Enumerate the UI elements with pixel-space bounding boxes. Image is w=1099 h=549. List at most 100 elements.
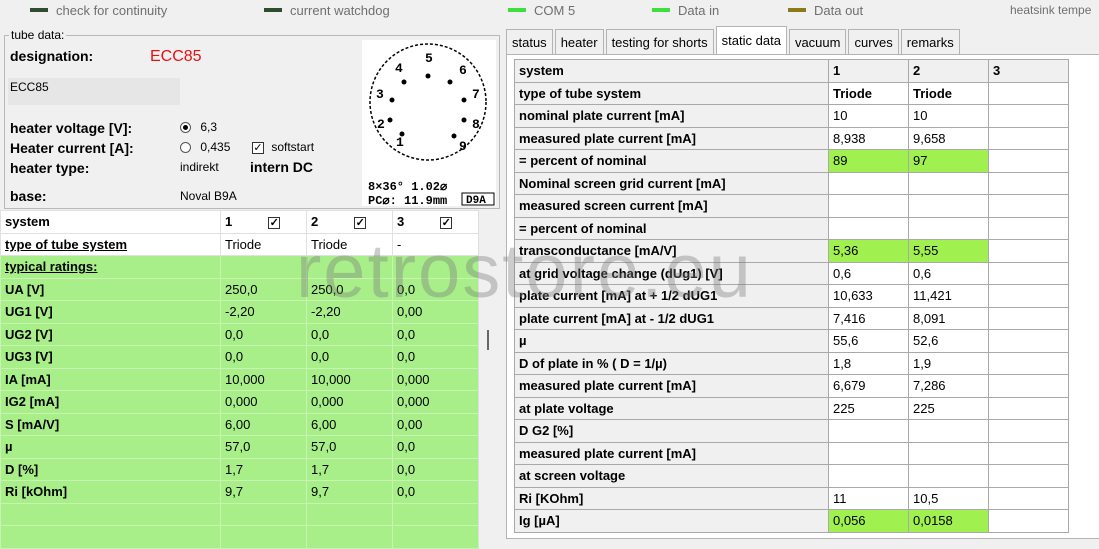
cell-text: 10,000 [225,371,265,387]
system-2-checkbox[interactable]: ✓ [354,216,367,229]
cell-system-1[interactable]: 0,000 [220,390,307,414]
header-system: system [514,59,829,83]
cell-system-1[interactable]: 0,0 [220,345,307,369]
ratings-scrollbar-thumb[interactable] [487,330,489,350]
row-label: type of tube system [0,232,221,256]
cell-text: 3 [397,214,405,230]
status-bar: check for continuity current watchdog CO… [0,0,1099,22]
cell-system-3 [988,351,1069,375]
cell-text: 2 [311,214,319,230]
cell-system-3 [988,486,1069,510]
continuity-led-icon [30,8,48,12]
tab-curves[interactable]: curves [848,29,899,54]
cell-system-1[interactable]: 1 ✓ [220,210,307,234]
cell-system-1: 10,633 [828,284,909,308]
cell-text: 0,000 [397,394,430,410]
cell-text: system [5,214,50,230]
cell-system-1[interactable]: 6,00 [220,412,307,436]
cell-system-2[interactable] [306,502,393,526]
heater-voltage-label: heater voltage [V]: [10,120,133,136]
row-label: S [mA/V] [0,412,221,436]
cell-text: 0,000 [311,394,344,410]
cell-text: µ [5,439,13,455]
tab-heater[interactable]: heater [554,29,604,54]
table-row: IG2 [mA] 0,000 0,000 0,000 [0,390,479,414]
cell-system-2[interactable]: 1,7 [306,457,393,481]
row-label: IG2 [mA] [0,390,221,414]
table-row: D G2 [%] [514,419,1069,443]
cell-system-2[interactable]: 0,0 [306,345,393,369]
cell-system-1[interactable] [220,255,307,279]
data-in-led-icon [652,8,670,12]
system-3-checkbox[interactable]: ✓ [440,216,453,229]
heater-current-radio[interactable] [180,142,191,154]
cell-system-1[interactable]: 250,0 [220,277,307,301]
cell-system-2: 52,6 [908,329,989,353]
heater-current-option[interactable]: 0,435 [180,140,230,154]
tab-static-data[interactable]: static data [715,26,787,54]
cell-text: 0,0 [397,349,416,365]
cell-system-3[interactable]: 0,0 [392,480,479,504]
cell-text: 0,0 [397,326,416,342]
tab-vacuum[interactable]: vacuum [788,29,847,54]
cell-text: 0,000 [225,394,258,410]
cell-text: 0,0 [225,349,244,365]
cell-system-3 [988,239,1069,263]
cell-text: 6,00 [225,416,251,432]
cell-system-3[interactable]: 0,00 [392,412,479,436]
cell-system-1: 7,416 [828,306,909,330]
table-row: measured plate current [mA] 8,938 9,658 [514,126,1069,150]
row-label: measured plate current [mA] [514,441,829,465]
cell-system-3[interactable]: 0,0 [392,435,479,459]
cell-system-2[interactable]: 10,000 [306,367,393,391]
table-row: Nominal screen grid current [mA] [514,171,1069,195]
row-label: measured plate current [mA] [514,126,829,150]
cell-text: 0,00 [397,416,423,432]
heater-voltage-option[interactable]: 6,3 [180,120,217,134]
cell-system-1[interactable]: 10,000 [220,367,307,391]
row-label: nominal plate current [mA] [514,104,829,128]
cell-system-2[interactable]: 57,0 [306,435,393,459]
cell-system-3[interactable] [392,502,479,526]
cell-system-3[interactable]: 0,0 [392,457,479,481]
cell-system-1: 0,6 [828,261,909,285]
pin-7-label: 7 [472,87,480,102]
table-row: type of tube system Triode Triode [514,81,1069,105]
heater-voltage-radio[interactable] [180,122,191,134]
cell-system-1: 89 [828,149,909,173]
indicator-label: Data in [678,2,720,18]
indicator-watchdog: current watchdog [264,2,390,18]
cell-system-3 [988,149,1069,173]
cell-system-2[interactable]: 0,0 [306,322,393,346]
cell-system-1[interactable]: 9,7 [220,480,307,504]
cell-system-3[interactable]: 0,000 [392,390,479,414]
cell-system-1: 1,8 [828,351,909,375]
cell-system-1[interactable]: 57,0 [220,435,307,459]
cell-system-1[interactable]: 0,0 [220,322,307,346]
tab-testing-for-shorts[interactable]: testing for shorts [605,29,714,54]
cell-system-3[interactable]: 0,0 [392,345,479,369]
cell-system-1[interactable]: Triode [220,232,307,256]
system-1-checkbox[interactable]: ✓ [268,216,281,229]
cell-system-2[interactable]: 0,000 [306,390,393,414]
cell-system-2[interactable]: 9,7 [306,480,393,504]
cell-system-3[interactable]: 0,000 [392,367,479,391]
softstart-option[interactable]: ✓ softstart [252,140,314,154]
cell-system-1[interactable] [220,502,307,526]
tab-remarks[interactable]: remarks [900,29,960,54]
pin-4-label: 4 [395,61,403,76]
cell-system-1[interactable]: -2,20 [220,300,307,324]
cell-system-1 [828,441,909,465]
cell-system-2[interactable]: 6,00 [306,412,393,436]
row-label: Ig [µA] [514,509,829,533]
cell-system-3 [988,261,1069,285]
cell-system-3[interactable]: 0,0 [392,322,479,346]
cell-text: 1,7 [311,461,330,477]
indicator-heatsink: heatsink tempe [1010,2,1091,18]
cell-system-1[interactable]: 1,7 [220,457,307,481]
table-row: D [%] 1,7 1,7 0,0 [0,457,479,481]
cell-system-2 [908,441,989,465]
diagram-diagram-text2: PC⌀: 11.9mm [368,194,447,206]
softstart-checkbox[interactable]: ✓ [252,141,264,154]
tab-status[interactable]: status [506,29,553,54]
